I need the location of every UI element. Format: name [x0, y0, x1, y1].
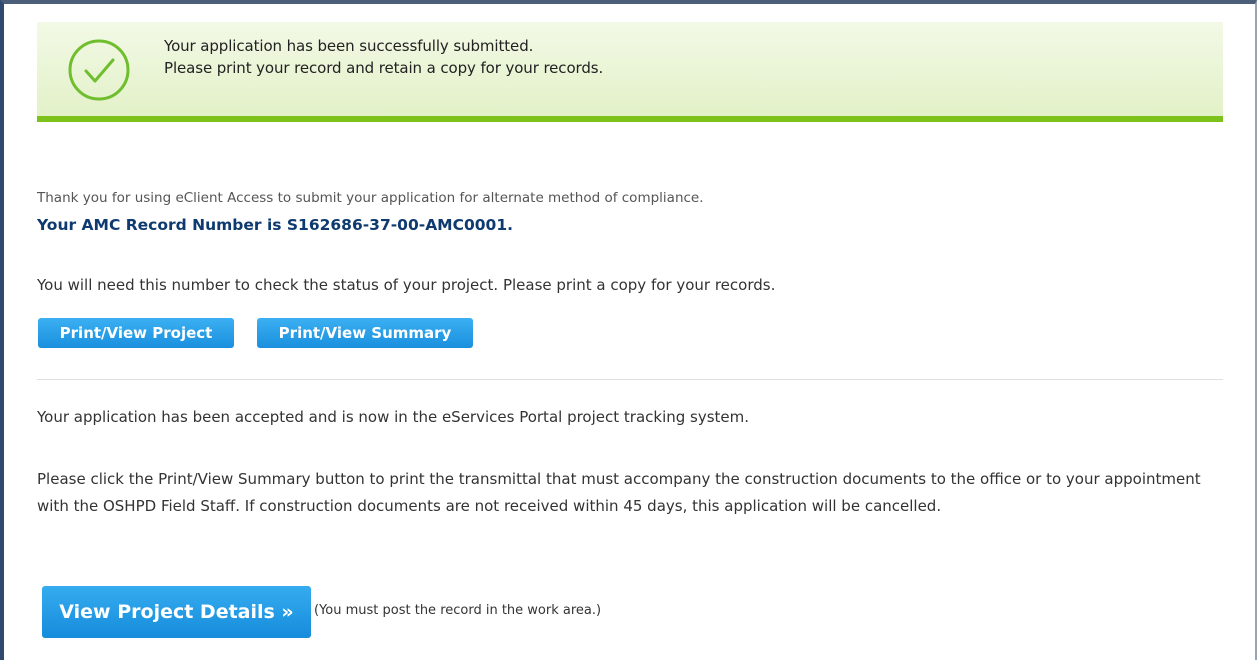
success-banner: Your application has been successfully s…: [37, 22, 1223, 122]
print-reminder: Please print your record and retain a co…: [164, 59, 604, 77]
thank-you-text: Thank you for using eClient Access to su…: [37, 190, 704, 206]
record-number: Your AMC Record Number is S162686-37-00-…: [37, 216, 514, 234]
post-record-note: (You must post the record in the work ar…: [314, 603, 602, 618]
check-circle-icon: [68, 39, 130, 101]
instructions-text: Please click the Print/View Summary butt…: [37, 470, 1201, 515]
divider: [37, 379, 1223, 380]
need-number-text: You will need this number to check the s…: [37, 276, 776, 294]
accepted-text: Your application has been accepted and i…: [37, 408, 750, 426]
view-project-details-button[interactable]: View Project Details »: [42, 586, 311, 638]
print-view-project-button[interactable]: Print/View Project: [38, 318, 234, 348]
success-message: Your application has been successfully s…: [164, 37, 534, 55]
print-view-summary-button[interactable]: Print/View Summary: [257, 318, 473, 348]
